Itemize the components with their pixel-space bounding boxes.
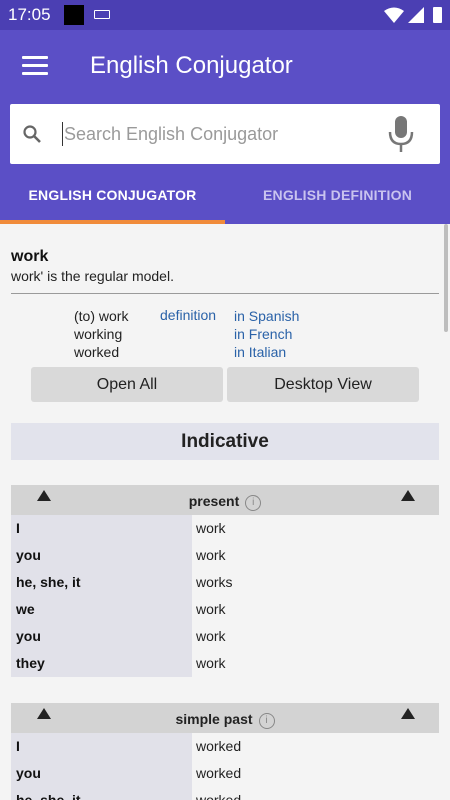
tab-bar: ENGLISH CONJUGATOR ENGLISH DEFINITION <box>0 174 450 224</box>
verb-forms: (to) work working worked <box>74 307 128 361</box>
definition-link[interactable]: definition <box>160 307 216 323</box>
pronoun: he, she, it <box>11 787 192 800</box>
menu-icon[interactable] <box>22 56 48 76</box>
verb-form: work <box>196 628 226 644</box>
table-row: you work <box>11 623 439 650</box>
info-icon[interactable]: i <box>258 713 275 729</box>
tab-label: ENGLISH DEFINITION <box>262 187 413 203</box>
verb-form: works <box>196 574 233 590</box>
tab-english-definition[interactable]: ENGLISH DEFINITION <box>225 174 450 224</box>
app-title: English Conjugator <box>90 52 293 79</box>
pronoun: you <box>11 542 192 569</box>
open-all-button[interactable]: Open All <box>31 367 223 402</box>
divider <box>11 293 439 294</box>
pronoun: you <box>11 760 192 787</box>
link-italian[interactable]: in Italian <box>234 343 299 361</box>
mood-header: Indicative <box>11 423 439 460</box>
desktop-view-button[interactable]: Desktop View <box>227 367 419 402</box>
verb-form: work <box>196 655 226 671</box>
microphone-icon[interactable] <box>388 116 414 154</box>
search-icon[interactable] <box>22 124 42 144</box>
verb-form: work <box>196 547 226 563</box>
tab-label: ENGLISH CONJUGATOR <box>28 187 197 203</box>
search-input[interactable]: Search English Conjugator <box>10 104 440 164</box>
tense-name: simple past <box>175 711 253 727</box>
pronoun: I <box>11 733 192 760</box>
status-time: 17:05 <box>8 5 51 24</box>
wifi-icon <box>384 7 404 23</box>
text-caret <box>62 122 63 146</box>
form-participle: working <box>74 326 123 342</box>
form-past: worked <box>74 344 120 360</box>
notification-icon <box>64 5 84 25</box>
info-icon[interactable]: i <box>245 495 262 511</box>
scrollbar[interactable] <box>444 224 448 332</box>
table-row: Iworked <box>11 733 439 760</box>
pronoun: I <box>11 515 192 542</box>
pronoun: they <box>11 650 192 677</box>
keyboard-icon <box>94 10 110 19</box>
model-note: work' is the regular model. <box>11 268 174 284</box>
tab-english-conjugator[interactable]: ENGLISH CONJUGATOR <box>0 174 225 224</box>
main-content: work work' is the regular model. (to) wo… <box>0 224 450 800</box>
verb-form: worked <box>196 792 242 800</box>
search-container: Search English Conjugator <box>0 102 450 174</box>
verb-form: worked <box>196 738 242 754</box>
verb-form: work <box>196 601 226 617</box>
link-french[interactable]: in French <box>234 325 299 343</box>
tense-table-simple-past: simple past i Iworked you worked he, she, … <box>11 703 439 800</box>
signal-icon <box>408 7 424 23</box>
verb-form: worked <box>196 765 242 781</box>
tense-name: present <box>188 493 240 509</box>
tense-header[interactable]: present i <box>11 485 439 515</box>
table-row: you worked <box>11 760 439 787</box>
verb-form: work <box>196 520 226 536</box>
pronoun: you <box>11 623 192 650</box>
table-row: they work <box>11 650 439 677</box>
form-infinitive: (to) work <box>74 308 129 324</box>
search-placeholder: Search English Conjugator <box>64 124 279 144</box>
pronoun: he, she, it <box>11 569 192 596</box>
app-bar: English Conjugator <box>0 30 450 102</box>
table-row: he, she, it worked <box>11 787 439 800</box>
expand-up-icon[interactable] <box>401 490 415 501</box>
expand-up-icon[interactable] <box>401 708 415 719</box>
tense-table-present: present i Iwork you work he, she, it works … <box>11 485 439 677</box>
status-bar: 17:05 <box>0 0 450 30</box>
tense-header[interactable]: simple past i <box>11 703 439 733</box>
link-spanish[interactable]: in Spanish <box>234 307 299 325</box>
battery-icon <box>433 7 442 23</box>
table-row: you work <box>11 542 439 569</box>
table-row: Iwork <box>11 515 439 542</box>
verb-title: work <box>11 248 49 265</box>
translation-links: in Spanish in French in Italian <box>234 307 299 361</box>
table-row: he, she, it works <box>11 569 439 596</box>
pronoun: we <box>11 596 192 623</box>
table-row: we work <box>11 596 439 623</box>
